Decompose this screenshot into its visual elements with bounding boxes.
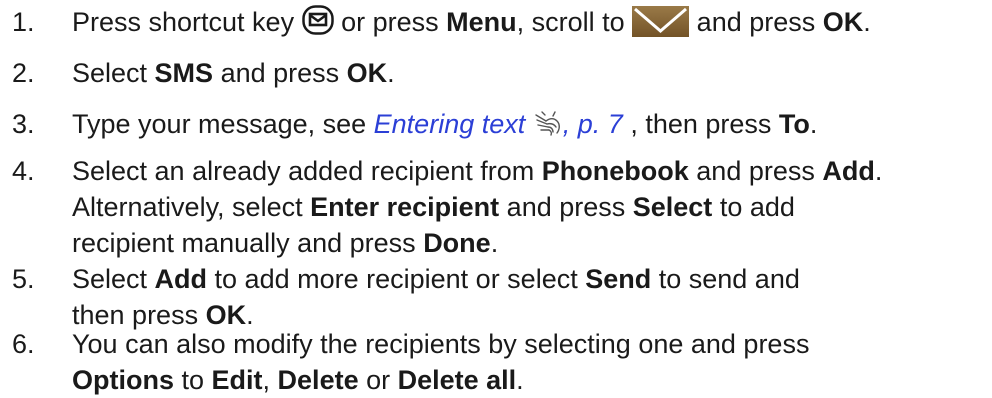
step-text: Select Add to add more recipient or sele… — [72, 261, 988, 333]
step-line: You can also modify the recipients by se… — [72, 329, 810, 359]
step-line: Alternatively, select Enter recipient an… — [72, 192, 795, 222]
step-text: Press shortcut key or press Menu, scroll… — [72, 5, 871, 37]
step-text: Select an already added recipient from P… — [72, 153, 988, 261]
hand-icon — [533, 109, 563, 137]
entering-text-page-link[interactable]: , p. 7 — [563, 109, 623, 139]
step-line: Select an already added recipient from P… — [72, 156, 883, 186]
step-number: 5. — [12, 264, 35, 294]
step-text: Type your message, see Entering text , p… — [72, 109, 818, 139]
step-number: 2. — [12, 58, 35, 88]
step-line: recipient manually and press Done. — [72, 228, 499, 258]
entering-text-link[interactable]: Entering text — [374, 109, 526, 139]
message-shortcut-key-icon — [301, 5, 334, 35]
step-number: 3. — [12, 109, 35, 139]
step-number: 4. — [12, 156, 35, 186]
step-number: 6. — [12, 329, 35, 359]
instructions-page: 1. Press shortcut key or press Menu, scr… — [0, 0, 992, 398]
step-line: Select Add to add more recipient or sele… — [72, 264, 800, 294]
step-line: Options to Edit, Delete or Delete all. — [72, 365, 524, 395]
step-number: 1. — [12, 7, 35, 37]
envelope-icon — [632, 6, 690, 37]
step-text: Select SMS and press OK. — [72, 58, 395, 88]
step-text: You can also modify the recipients by se… — [72, 326, 988, 398]
